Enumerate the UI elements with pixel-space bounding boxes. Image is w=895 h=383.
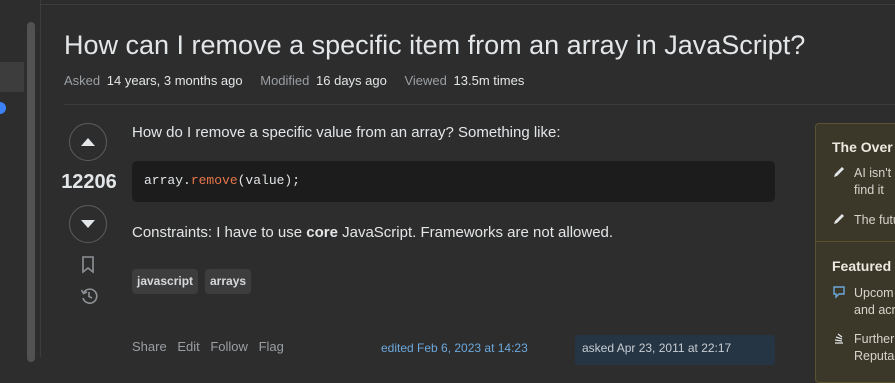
- follow-link[interactable]: Follow: [210, 339, 248, 354]
- viewed-label: Viewed: [404, 73, 447, 88]
- upvote-button[interactable]: [69, 123, 107, 161]
- notification-dot: [0, 102, 6, 114]
- asked-value: 14 years, 3 months ago: [106, 73, 243, 88]
- code-block: array.remove(value);: [132, 161, 775, 202]
- comment-icon: [833, 286, 845, 299]
- left-nav-rail: [0, 0, 41, 362]
- edited-link[interactable]: edited Feb 6, 2023 at 14:23: [381, 341, 528, 355]
- viewed-value: 13.5m times: [453, 73, 525, 88]
- overflow-blog-sidebar: The Over AI isn't find it The futu Featur…: [815, 123, 895, 383]
- modified-value[interactable]: 16 days ago: [316, 73, 387, 88]
- pencil-icon: [834, 214, 844, 224]
- edit-link[interactable]: Edit: [177, 339, 199, 354]
- caret-down-icon: [81, 220, 95, 228]
- tag-arrays[interactable]: arrays: [205, 269, 252, 294]
- stack-exchange-icon: [834, 333, 843, 344]
- vote-count: 12206: [61, 171, 117, 193]
- caret-up-icon: [81, 138, 95, 146]
- post-menu: Share Edit Follow Flag: [132, 339, 291, 354]
- constraints-text: Constraints: I have to use core JavaScri…: [132, 224, 613, 241]
- sidebar-item-text: find it: [854, 183, 884, 197]
- downvote-button[interactable]: [69, 205, 107, 243]
- sidebar-heading-blog: The Over: [832, 139, 893, 155]
- code-function: remove: [190, 173, 238, 188]
- header-divider: [64, 104, 895, 105]
- code-args: (value);: [237, 173, 301, 188]
- question-title[interactable]: How can I remove a specific item from an…: [64, 30, 805, 61]
- sidebar-heading-featured: Featured: [832, 258, 892, 274]
- constraints-bold: core: [306, 224, 338, 241]
- pencil-icon: [834, 167, 844, 177]
- tag-javascript[interactable]: javascript: [132, 269, 199, 294]
- sidebar-item-text: Further: [854, 332, 895, 346]
- sidebar-item-text: The futu: [854, 213, 895, 227]
- sidebar-item-text: AI isn't: [854, 166, 892, 180]
- bookmark-button[interactable]: [81, 256, 95, 279]
- constraints-suffix: JavaScript. Frameworks are not allowed.: [337, 224, 614, 241]
- top-divider: [40, 4, 895, 5]
- code-object: array.: [144, 173, 191, 188]
- constraints-prefix: Constraints: I have to use: [132, 224, 307, 241]
- share-link[interactable]: Share: [132, 339, 167, 354]
- question-meta: Asked 14 years, 3 months ago Modified 16…: [64, 73, 538, 88]
- modified-label: Modified: [260, 73, 310, 88]
- history-button[interactable]: [80, 287, 98, 310]
- asked-label: Asked: [64, 73, 101, 88]
- nav-selected-item[interactable]: [0, 62, 24, 92]
- history-icon: [80, 288, 98, 304]
- left-scrollbar[interactable]: [27, 22, 35, 362]
- sidebar-item-text: Upcom: [854, 286, 894, 300]
- asked-card: asked Apr 23, 2011 at 22:17: [575, 335, 775, 365]
- sidebar-item-text: and acr: [854, 303, 895, 317]
- bookmark-icon: [82, 256, 94, 274]
- sidebar-divider: [816, 241, 895, 242]
- flag-link[interactable]: Flag: [259, 339, 284, 354]
- question-body-text: How do I remove a specific value from an…: [132, 124, 561, 141]
